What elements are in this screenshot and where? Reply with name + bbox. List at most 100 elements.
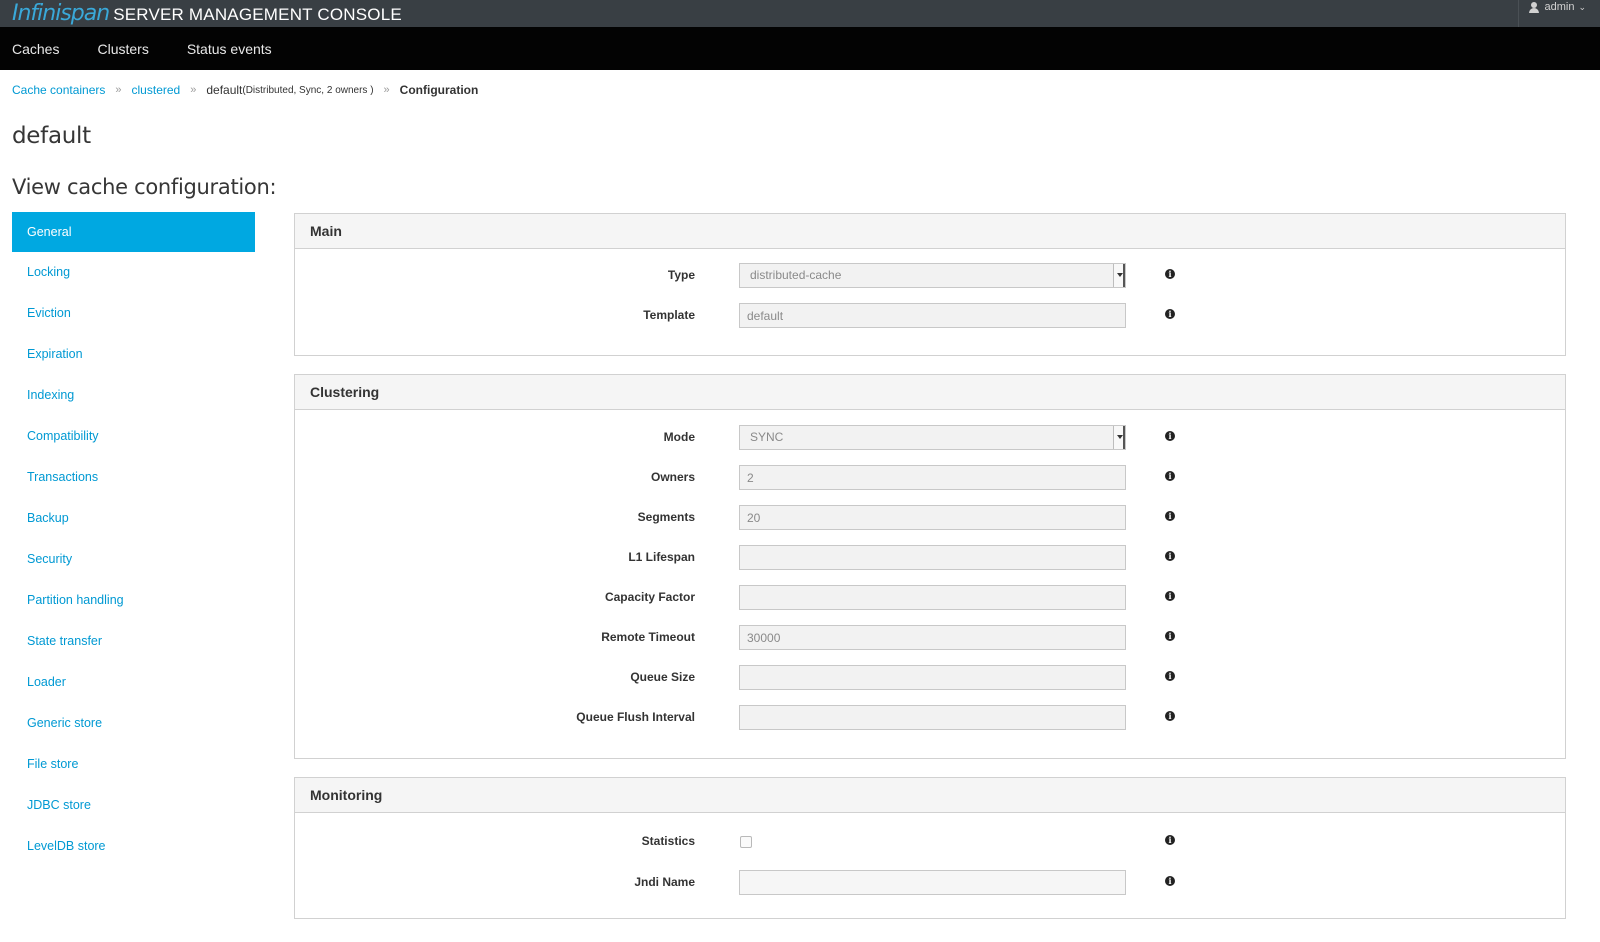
template-input[interactable]	[739, 303, 1126, 328]
capacity-factor-row: Capacity Factor i	[295, 585, 1565, 625]
owners-row: Owners i	[295, 465, 1565, 505]
breadcrumb-separator: »	[383, 84, 390, 96]
type-select-value: distributed-cache	[750, 268, 842, 282]
info-circle-icon[interactable]: i	[1165, 835, 1175, 845]
info-circle-icon[interactable]: i	[1165, 876, 1175, 886]
type-label: Type	[667, 268, 695, 282]
statistics-checkbox[interactable]	[740, 836, 752, 848]
sidebar-item-generic-store[interactable]: Generic store	[12, 703, 255, 744]
breadcrumb-cache-containers[interactable]: Cache containers	[12, 83, 105, 97]
clustering-panel: Clustering Mode SYNC i Owners i Segments	[294, 374, 1566, 759]
sidebar-item-state-transfer[interactable]: State transfer	[12, 621, 255, 662]
l1-lifespan-row: L1 Lifespan i	[295, 545, 1565, 585]
main-panel-heading: Main	[295, 214, 1565, 249]
main-nav: Caches Clusters Status events	[0, 27, 1600, 70]
sidebar-item-eviction[interactable]: Eviction	[12, 293, 255, 334]
info-circle-icon[interactable]: i	[1165, 671, 1175, 681]
type-select[interactable]: distributed-cache	[739, 263, 1126, 288]
sidebar-item-locking[interactable]: Locking	[12, 252, 255, 293]
queue-flush-interval-row: Queue Flush Interval i	[295, 705, 1565, 745]
type-row: Type distributed-cache i	[295, 263, 1565, 303]
mode-row: Mode SYNC i	[295, 425, 1565, 465]
infinispan-logo: Infinispan	[12, 0, 110, 26]
mode-select-value: SYNC	[750, 430, 784, 444]
statistics-row: Statistics i	[295, 829, 1565, 870]
page-title: default	[12, 123, 91, 149]
info-circle-icon[interactable]: i	[1165, 471, 1175, 481]
info-circle-icon[interactable]: i	[1165, 591, 1175, 601]
nav-status-events[interactable]: Status events	[187, 41, 272, 57]
info-circle-icon[interactable]: i	[1165, 431, 1175, 441]
main-panel: Main Type distributed-cache i Template i	[294, 213, 1566, 356]
clustering-panel-body: Mode SYNC i Owners i Segments i	[295, 410, 1565, 758]
template-label: Template	[643, 308, 695, 322]
l1-lifespan-label: L1 Lifespan	[628, 550, 695, 564]
queue-size-row: Queue Size i	[295, 665, 1565, 705]
sidebar-item-partition-handling[interactable]: Partition handling	[12, 580, 255, 621]
mode-label: Mode	[663, 430, 695, 444]
config-panels: Main Type distributed-cache i Template i	[294, 213, 1566, 937]
info-circle-icon[interactable]: i	[1165, 511, 1175, 521]
monitoring-panel-heading: Monitoring	[295, 778, 1565, 813]
sidebar-item-loader[interactable]: Loader	[12, 662, 255, 703]
queue-flush-interval-label: Queue Flush Interval	[576, 710, 695, 724]
chevron-down-icon	[1113, 264, 1125, 287]
template-row: Template i	[295, 303, 1565, 343]
user-menu[interactable]: admin ⌄	[1518, 0, 1586, 27]
remote-timeout-row: Remote Timeout i	[295, 625, 1565, 665]
mode-select[interactable]: SYNC	[739, 425, 1126, 450]
queue-size-label: Queue Size	[630, 670, 695, 684]
capacity-factor-label: Capacity Factor	[604, 590, 695, 604]
l1-lifespan-input[interactable]	[739, 545, 1126, 570]
info-circle-icon[interactable]: i	[1165, 309, 1175, 319]
segments-label: Segments	[637, 510, 695, 524]
clustering-panel-heading: Clustering	[295, 375, 1565, 410]
info-circle-icon[interactable]: i	[1165, 631, 1175, 641]
brand[interactable]: Infinispan SERVER MANAGEMENT CONSOLE	[12, 0, 402, 26]
capacity-factor-input[interactable]	[739, 585, 1126, 610]
statistics-label: Statistics	[641, 834, 695, 848]
segments-input[interactable]	[739, 505, 1126, 530]
sidebar-item-jdbc-store[interactable]: JDBC store	[12, 785, 255, 826]
remote-timeout-input[interactable]	[739, 625, 1126, 650]
segments-row: Segments i	[295, 505, 1565, 545]
monitoring-panel: Monitoring Statistics i Jndi Name i	[294, 777, 1566, 919]
sidebar-item-expiration[interactable]: Expiration	[12, 334, 255, 375]
owners-input[interactable]	[739, 465, 1126, 490]
jndi-name-row: Jndi Name i	[295, 870, 1565, 910]
chevron-down-icon	[1113, 426, 1125, 449]
app-title: SERVER MANAGEMENT CONSOLE	[113, 4, 402, 24]
queue-flush-interval-input[interactable]	[739, 705, 1126, 730]
breadcrumb-configuration: Configuration	[399, 83, 479, 97]
breadcrumb-default-detail: (Distributed, Sync, 2 owners )	[242, 84, 374, 96]
info-circle-icon[interactable]: i	[1165, 711, 1175, 721]
sidebar-item-general[interactable]: General	[12, 212, 255, 252]
username: admin	[1544, 1, 1575, 13]
monitoring-panel-body: Statistics i Jndi Name i	[295, 813, 1565, 918]
sidebar-item-transactions[interactable]: Transactions	[12, 457, 255, 498]
main-panel-body: Type distributed-cache i Template i	[295, 249, 1565, 355]
section-title: View cache configuration:	[12, 175, 277, 199]
breadcrumb: Cache containers » clustered » default (…	[0, 70, 1600, 100]
nav-caches[interactable]: Caches	[12, 41, 59, 57]
user-icon	[1529, 2, 1540, 13]
info-circle-icon[interactable]: i	[1165, 551, 1175, 561]
remote-timeout-label: Remote Timeout	[601, 630, 695, 644]
sidebar-item-security[interactable]: Security	[12, 539, 255, 580]
sidebar-item-backup[interactable]: Backup	[12, 498, 255, 539]
breadcrumb-default: default	[206, 83, 243, 97]
queue-size-input[interactable]	[739, 665, 1126, 690]
top-header: Infinispan SERVER MANAGEMENT CONSOLE adm…	[0, 0, 1600, 27]
sidebar-item-compatibility[interactable]: Compatibility	[12, 416, 255, 457]
info-circle-icon[interactable]: i	[1165, 269, 1175, 279]
config-sidebar: General Locking Eviction Expiration Inde…	[12, 212, 255, 867]
sidebar-item-leveldb-store[interactable]: LevelDB store	[12, 826, 255, 867]
nav-clusters[interactable]: Clusters	[97, 41, 148, 57]
breadcrumb-clustered[interactable]: clustered	[132, 83, 181, 97]
sidebar-item-indexing[interactable]: Indexing	[12, 375, 255, 416]
sidebar-item-file-store[interactable]: File store	[12, 744, 255, 785]
breadcrumb-separator: »	[115, 84, 122, 96]
breadcrumb-separator: »	[190, 84, 197, 96]
jndi-name-input[interactable]	[739, 870, 1126, 895]
chevron-down-icon: ⌄	[1578, 2, 1586, 12]
